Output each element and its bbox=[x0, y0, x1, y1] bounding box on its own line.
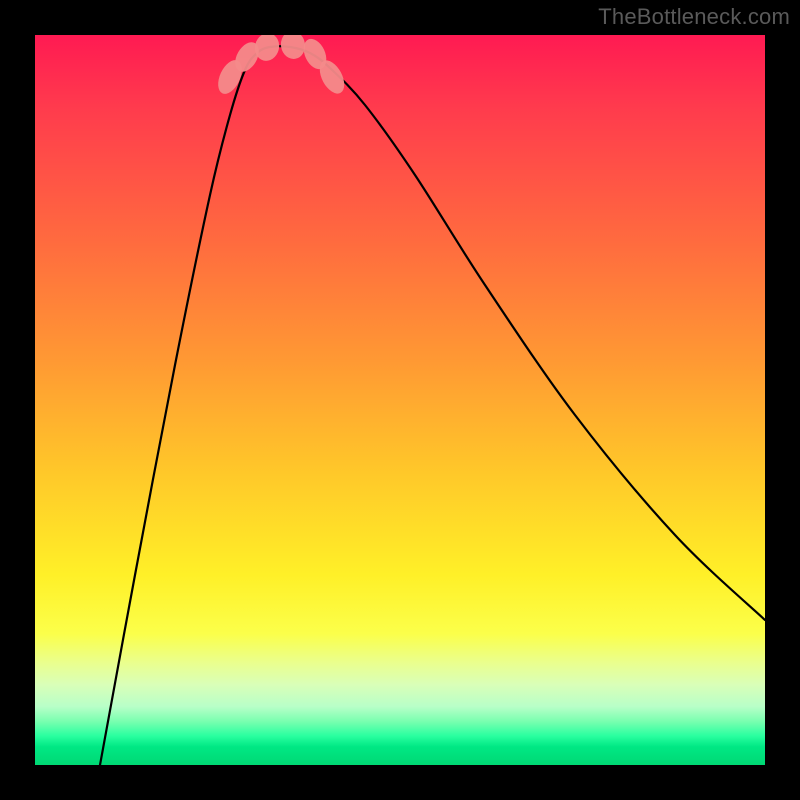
watermark-text: TheBottleneck.com bbox=[598, 4, 790, 30]
chart-plot-area bbox=[35, 35, 765, 765]
chart-svg bbox=[35, 35, 765, 765]
curve-marker bbox=[279, 35, 307, 61]
curve-markers bbox=[213, 35, 349, 98]
bottleneck-curve bbox=[100, 46, 765, 765]
chart-frame: TheBottleneck.com bbox=[0, 0, 800, 800]
